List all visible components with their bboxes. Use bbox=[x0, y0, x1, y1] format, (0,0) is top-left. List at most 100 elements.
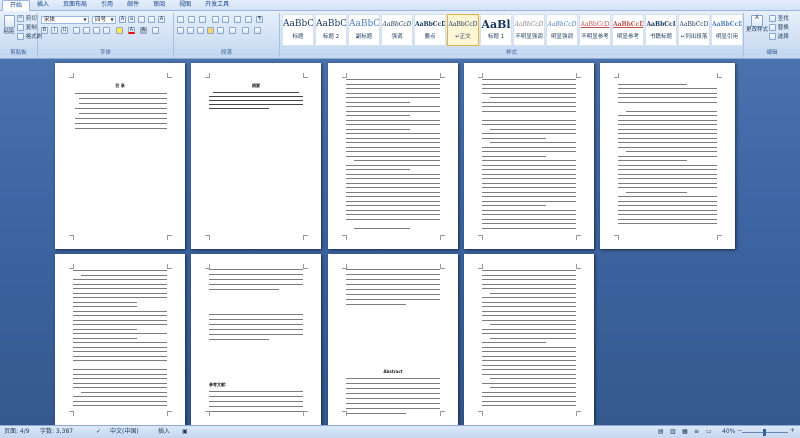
document-area[interactable]: 目 录 摘要 参考文献： Abstract bbox=[0, 59, 800, 425]
subscript-icon bbox=[83, 27, 90, 34]
align-left-button[interactable] bbox=[177, 27, 184, 35]
page-8-english-abstract[interactable]: Abstract bbox=[328, 254, 458, 425]
page-4[interactable] bbox=[464, 63, 594, 249]
page-3[interactable] bbox=[328, 63, 458, 249]
text-line bbox=[618, 156, 717, 157]
select-button[interactable]: 选择 bbox=[769, 33, 789, 41]
copy-icon bbox=[17, 24, 24, 31]
replace-icon bbox=[769, 24, 776, 31]
page-7-references[interactable]: 参考文献： bbox=[191, 254, 321, 425]
bold-button[interactable]: B bbox=[41, 27, 48, 35]
numbering-button[interactable] bbox=[188, 16, 195, 24]
macro-record-icon[interactable]: ▣ bbox=[182, 428, 188, 436]
shrink-font-button[interactable]: a bbox=[128, 16, 135, 24]
crop-mark bbox=[478, 264, 483, 269]
phonetic-button[interactable] bbox=[148, 16, 155, 24]
style-book-title[interactable]: AaBbCcI 书籍标题 bbox=[645, 14, 677, 46]
underline-button[interactable]: U bbox=[61, 27, 68, 35]
shading-button[interactable] bbox=[242, 27, 249, 35]
style-strong[interactable]: AaBbCcD 要点 bbox=[414, 14, 446, 46]
clear-format-button[interactable] bbox=[138, 16, 145, 24]
full-screen-view-icon[interactable]: ▥ bbox=[670, 428, 676, 436]
grow-font-button[interactable]: A bbox=[119, 16, 126, 24]
increase-indent-button[interactable] bbox=[222, 16, 229, 24]
spellcheck-icon[interactable]: ✓ bbox=[96, 428, 101, 436]
justify-button[interactable] bbox=[207, 27, 214, 35]
bullets-button[interactable] bbox=[177, 16, 184, 24]
style-list-paragraph[interactable]: AaBbCcD ↵列出段落 bbox=[678, 14, 710, 46]
print-layout-view-icon[interactable]: ▤ bbox=[658, 428, 664, 436]
show-marks-button[interactable]: ¶ bbox=[256, 16, 263, 24]
style-subtle-emphasis[interactable]: AaBbCcD 不明显强调 bbox=[513, 14, 545, 46]
line-spacing-button[interactable] bbox=[229, 27, 236, 35]
sort-button[interactable] bbox=[245, 16, 252, 24]
char-shading-button[interactable]: A bbox=[140, 27, 147, 35]
multilevel-list-button[interactable] bbox=[199, 16, 206, 24]
page-6[interactable] bbox=[55, 254, 185, 425]
distribute-button[interactable] bbox=[217, 27, 224, 35]
change-styles-button[interactable]: A 更改样式 bbox=[746, 15, 768, 34]
insert-mode[interactable]: 插入 bbox=[158, 428, 170, 436]
chinese-layout-button[interactable] bbox=[234, 16, 241, 24]
align-right-button[interactable] bbox=[197, 27, 204, 35]
text-line bbox=[482, 151, 576, 152]
text-line bbox=[618, 219, 717, 220]
style-normal[interactable]: AaBbCcD ↵正文 bbox=[447, 14, 479, 46]
page-2-abstract[interactable]: 摘要 bbox=[191, 63, 321, 249]
superscript-button[interactable] bbox=[93, 27, 100, 35]
borders-button[interactable] bbox=[254, 27, 261, 35]
find-button[interactable]: 查找 bbox=[769, 15, 789, 23]
enclose-char-button[interactable] bbox=[152, 27, 159, 35]
style-subtle-reference[interactable]: AaBbCcD 不明显参考 bbox=[579, 14, 611, 46]
outline-view-icon[interactable]: ≡ bbox=[694, 428, 699, 436]
language-status[interactable]: 中文(中国) bbox=[110, 428, 139, 436]
char-border-button[interactable]: A bbox=[158, 16, 165, 24]
text-line bbox=[618, 196, 717, 197]
tab-references[interactable]: 引用 bbox=[94, 0, 120, 10]
align-center-button[interactable] bbox=[187, 27, 194, 35]
subscript-button[interactable] bbox=[83, 27, 90, 35]
eraser-icon bbox=[138, 16, 145, 23]
style-intense-quote[interactable]: AaBbCcD 明显引用 bbox=[711, 14, 743, 46]
tab-home[interactable]: 开始 bbox=[2, 0, 30, 11]
style-intense-reference[interactable]: AaBbCcD 明显参考 bbox=[612, 14, 644, 46]
draft-view-icon[interactable]: ▭ bbox=[706, 428, 712, 436]
font-name-combo[interactable]: 宋体 ▼ bbox=[41, 16, 89, 24]
word-count[interactable]: 字数: 3,387 bbox=[40, 428, 73, 436]
text-line bbox=[346, 183, 440, 184]
tab-page-layout[interactable]: 页面布局 bbox=[56, 0, 94, 10]
cut-button[interactable]: ✂ 剪切 bbox=[17, 15, 37, 23]
style-intense-emphasis[interactable]: AaBbCcD 明显强调 bbox=[546, 14, 578, 46]
tab-view[interactable]: 视图 bbox=[172, 0, 198, 10]
highlight-button[interactable] bbox=[116, 27, 123, 35]
style-title[interactable]: AaBbC 标题 bbox=[282, 14, 314, 46]
decrease-indent-button[interactable] bbox=[212, 16, 219, 24]
font-color-button[interactable]: A bbox=[128, 27, 135, 35]
text-line bbox=[346, 133, 440, 134]
zoom-in-icon[interactable]: + bbox=[790, 427, 795, 435]
page-9-blank[interactable] bbox=[464, 254, 594, 425]
zoom-level[interactable]: 40% bbox=[722, 428, 735, 436]
tab-mailings[interactable]: 邮件 bbox=[120, 0, 146, 10]
font-size-combo[interactable]: 四号 ▼ bbox=[92, 16, 116, 24]
style-heading-1[interactable]: AaBl 标题 1 bbox=[480, 14, 512, 46]
replace-button[interactable]: 替换 bbox=[769, 24, 789, 32]
page-1-toc[interactable]: 目 录 bbox=[55, 63, 185, 249]
paste-button[interactable]: 粘贴 bbox=[2, 15, 16, 36]
style-subtitle[interactable]: AaBbC 副标题 bbox=[348, 14, 380, 46]
tab-developer[interactable]: 开发工具 bbox=[198, 0, 236, 10]
zoom-slider-thumb[interactable] bbox=[763, 429, 766, 436]
tab-review[interactable]: 审阅 bbox=[146, 0, 172, 10]
page-5[interactable] bbox=[600, 63, 735, 249]
change-case-button[interactable] bbox=[103, 27, 110, 35]
tab-insert[interactable]: 插入 bbox=[30, 0, 56, 10]
copy-button[interactable]: 复制 bbox=[17, 24, 37, 32]
style-heading-2[interactable]: AaBbC 标题 2 bbox=[315, 14, 347, 46]
crop-mark bbox=[576, 264, 581, 269]
web-layout-view-icon[interactable]: ▦ bbox=[682, 428, 688, 436]
page-count[interactable]: 页面: 4/9 bbox=[4, 428, 30, 436]
italic-button[interactable]: I bbox=[51, 27, 58, 35]
style-emphasis[interactable]: AaBbCcD 强调 bbox=[381, 14, 413, 46]
strikethrough-button[interactable] bbox=[73, 27, 80, 35]
zoom-out-icon[interactable]: − bbox=[737, 427, 742, 435]
